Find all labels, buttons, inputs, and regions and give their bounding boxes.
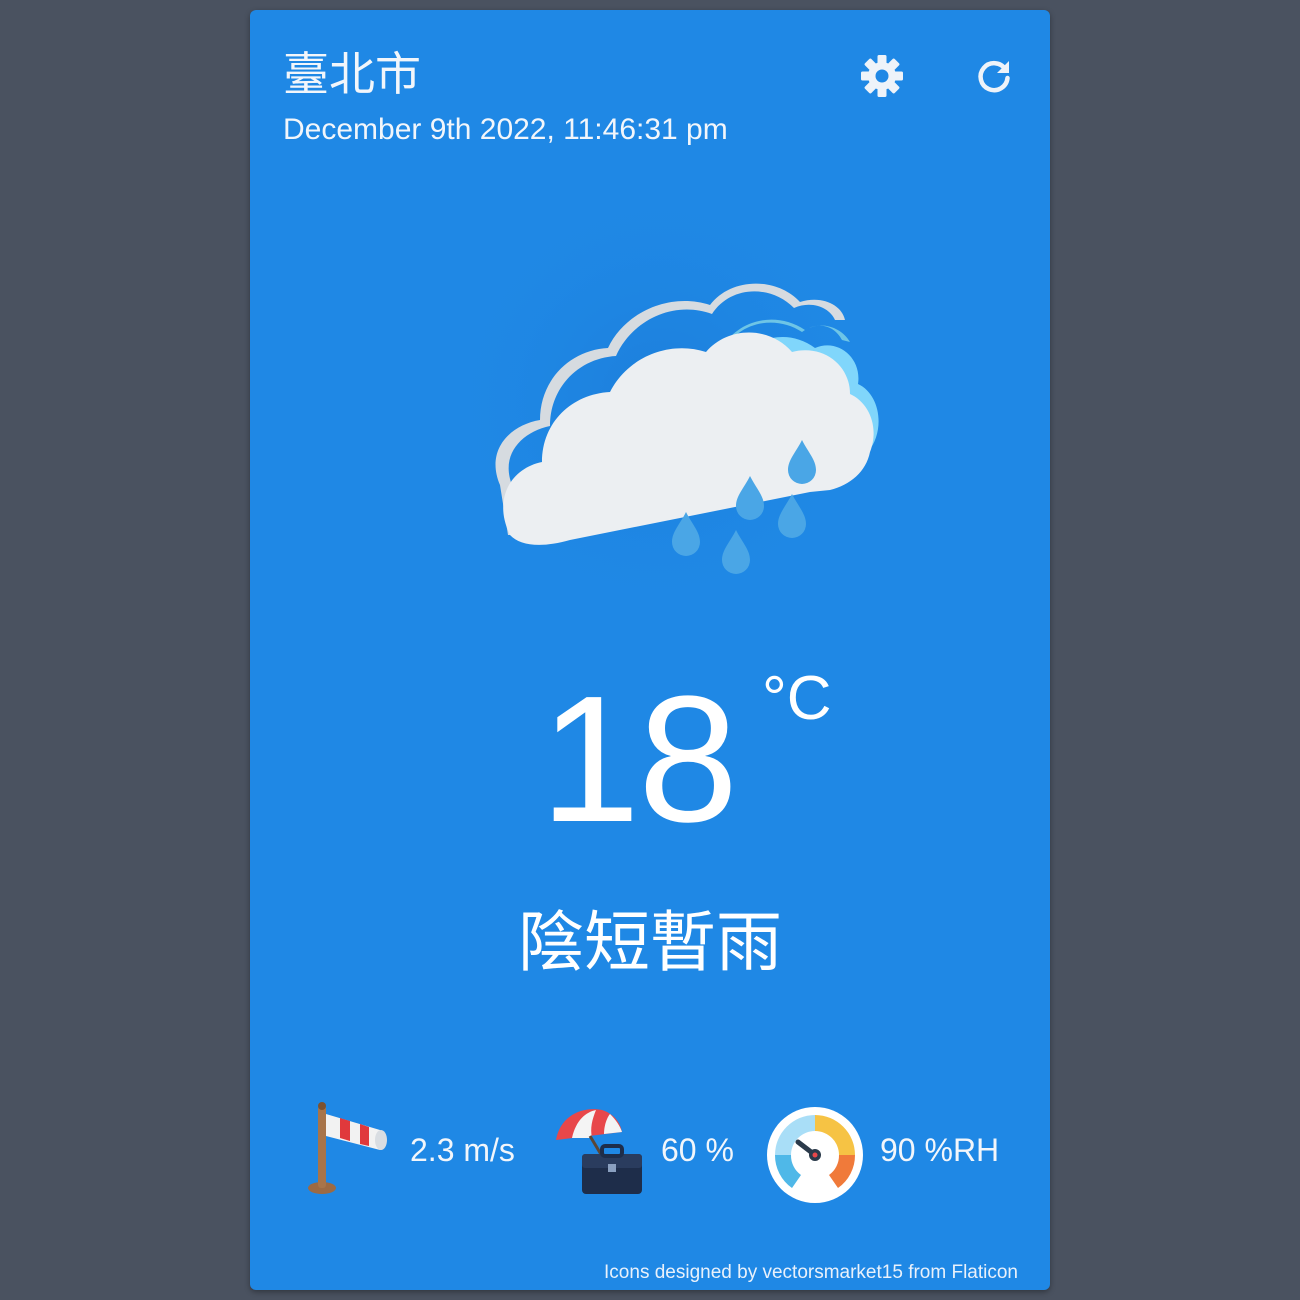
gauge-icon: [767, 1107, 863, 1203]
wind-speed: 2.3 m/s: [410, 1132, 515, 1168]
temperature-unit: °C: [762, 664, 832, 733]
windsock-icon: [308, 1102, 387, 1194]
icon-credit: Icons designed by vectorsmarket15 from F…: [604, 1262, 1018, 1283]
rain-stat-icon: [552, 1104, 648, 1205]
settings-button[interactable]: [858, 52, 906, 100]
refresh-icon: [978, 61, 1010, 93]
humidity-stat-icon: [766, 1106, 864, 1209]
wind-stat-icon: [300, 1100, 392, 1201]
temperature-value: 18: [540, 659, 738, 860]
temperature-display: 18 °C: [250, 660, 1050, 860]
humidity-value: 90 %RH: [880, 1132, 1000, 1168]
cloud-rain-icon: [435, 175, 885, 625]
weather-card: 臺北市 December 9th 2022, 11:46:31 pm 18 °C…: [250, 10, 1050, 1290]
umbrella-briefcase-icon: [556, 1109, 642, 1194]
refresh-button[interactable]: [970, 52, 1018, 100]
weather-description: 陰短暫雨: [518, 905, 782, 979]
weather-stats: 2.3 m/s 60 % 90 %RH: [250, 1100, 1050, 1210]
weather-illustration: [430, 175, 890, 640]
observation-datetime: December 9th 2022, 11:46:31 pm: [283, 113, 728, 146]
city-name: 臺北市: [283, 48, 421, 100]
rain-probability: 60 %: [661, 1132, 734, 1168]
gear-icon: [861, 55, 903, 97]
